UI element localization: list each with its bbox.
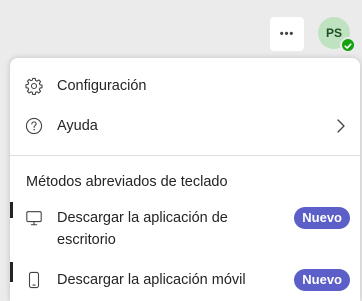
help-circle-icon	[24, 116, 44, 136]
top-bar: ••• PS	[0, 0, 362, 58]
new-badge: Nuevo	[294, 207, 350, 229]
mobile-phone-icon	[24, 270, 44, 290]
download-mobile-label: Descargar la aplicación móvil	[57, 272, 246, 288]
keyboard-shortcuts-item[interactable]: Métodos abreviados de teclado	[26, 172, 228, 192]
download-desktop-label-line2: escritorio	[57, 232, 116, 248]
more-options-button[interactable]: •••	[270, 17, 304, 51]
menu-item-help-label: Ayuda	[57, 118, 98, 134]
menu-divider	[10, 155, 360, 156]
menu-item-help[interactable]: Ayuda	[10, 106, 360, 146]
settings-menu: Configuración Ayuda Métodos abreviados d…	[10, 58, 360, 301]
avatar-initials: PS	[325, 26, 342, 40]
menu-item-download-mobile[interactable]: Descargar la aplicación móvil Nuevo	[10, 260, 360, 300]
chevron-right-icon	[336, 118, 346, 134]
menu-item-settings-label: Configuración	[57, 78, 147, 94]
presence-available-icon	[340, 37, 356, 53]
desktop-icon	[24, 208, 44, 228]
menu-item-download-desktop[interactable]: Descargar la aplicación de escritorio Nu…	[10, 200, 360, 256]
new-badge: Nuevo	[294, 269, 350, 291]
gear-icon	[24, 76, 44, 96]
download-desktop-label-line1: Descargar la aplicación de	[57, 210, 228, 226]
menu-item-settings[interactable]: Configuración	[10, 66, 360, 106]
more-icon: •••	[279, 28, 295, 40]
